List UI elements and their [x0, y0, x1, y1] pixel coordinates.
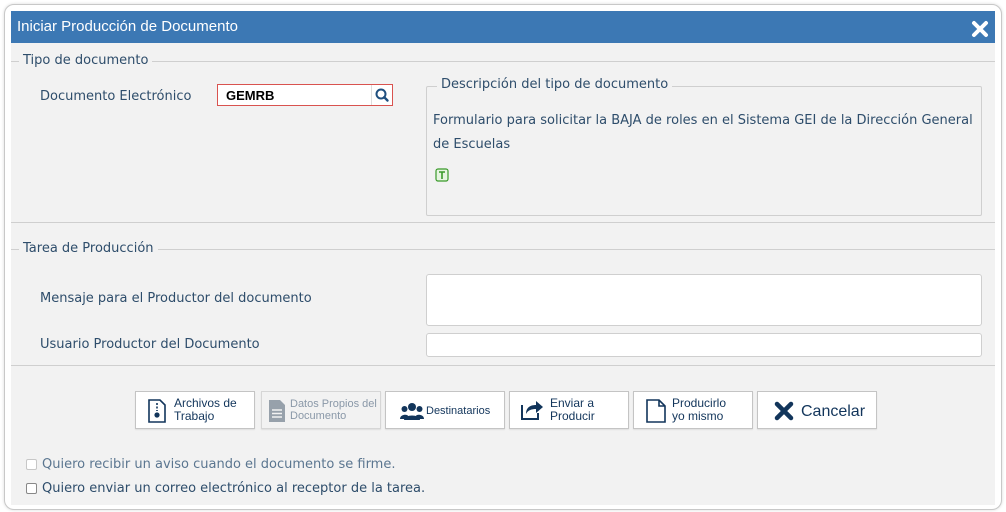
close-icon[interactable]: [971, 18, 989, 37]
datos-propios-button[interactable]: Datos Propios del Documento: [261, 391, 381, 429]
destinatarios-label: Destinatarios: [426, 405, 491, 417]
section-divider: [11, 365, 995, 366]
correo-receptor-checkbox[interactable]: [26, 483, 37, 494]
destinatarios-button[interactable]: Destinatarios: [385, 391, 505, 429]
descripcion-text: Formulario para solicitar la BAJA de rol…: [433, 113, 973, 152]
template-icon[interactable]: [435, 167, 449, 182]
search-icon[interactable]: [371, 85, 392, 105]
section-divider: [11, 61, 995, 62]
mensaje-productor-textarea[interactable]: [426, 274, 982, 326]
descripcion-tipo-documento: Descripción del tipo de documento Formul…: [426, 77, 982, 216]
enviar-producir-button[interactable]: Enviar a Producir: [509, 391, 629, 429]
blank-document-icon: [646, 399, 666, 428]
archivos-line2: Trabajo: [174, 409, 215, 423]
usuario-productor-input[interactable]: [426, 333, 982, 357]
correo-receptor-label: Quiero enviar un correo electrónico al r…: [42, 481, 426, 496]
cancelar-label: Cancelar: [801, 403, 866, 420]
archivos-trabajo-button[interactable]: Archivos de Trabajo: [135, 391, 255, 429]
tipo-documento-legend: Tipo de documento: [19, 53, 153, 68]
producirlo-yo-mismo-button[interactable]: Producirlo yo mismo: [633, 391, 753, 429]
dialog-body: Tipo de documento Documento Electrónico …: [11, 43, 995, 505]
enviar-line2: Producir: [550, 409, 595, 423]
documento-electronico-label: Documento Electrónico: [40, 89, 192, 104]
cancelar-button[interactable]: Cancelar: [757, 391, 877, 429]
usuario-productor-label: Usuario Productor del Documento: [40, 337, 260, 352]
mensaje-productor-label: Mensaje para el Productor del documento: [40, 291, 312, 306]
share-arrow-icon: [520, 399, 544, 426]
section-divider: [11, 249, 995, 250]
dialog-title: Iniciar Producción de Documento: [17, 18, 238, 35]
documento-electronico-field: [217, 84, 393, 106]
aviso-firma-checkbox[interactable]: [26, 459, 37, 470]
datos-line2: Documento: [290, 410, 347, 422]
dialog-titlebar: Iniciar Producción de Documento: [11, 11, 995, 43]
documento-electronico-input[interactable]: [222, 86, 376, 104]
document-lines-icon: [268, 399, 286, 428]
produccion-dialog: Iniciar Producción de Documento Tipo de …: [4, 4, 1002, 510]
producirlo-line2: yo mismo: [672, 409, 724, 423]
zip-file-icon: [148, 399, 166, 428]
aviso-firma-label: Quiero recibir un aviso cuando el docume…: [42, 457, 396, 472]
section-divider: [11, 222, 995, 223]
descripcion-legend: Descripción del tipo de documento: [437, 77, 673, 92]
group-users-icon: [400, 402, 424, 427]
x-icon: [774, 401, 794, 426]
tarea-produccion-legend: Tarea de Producción: [19, 241, 158, 256]
